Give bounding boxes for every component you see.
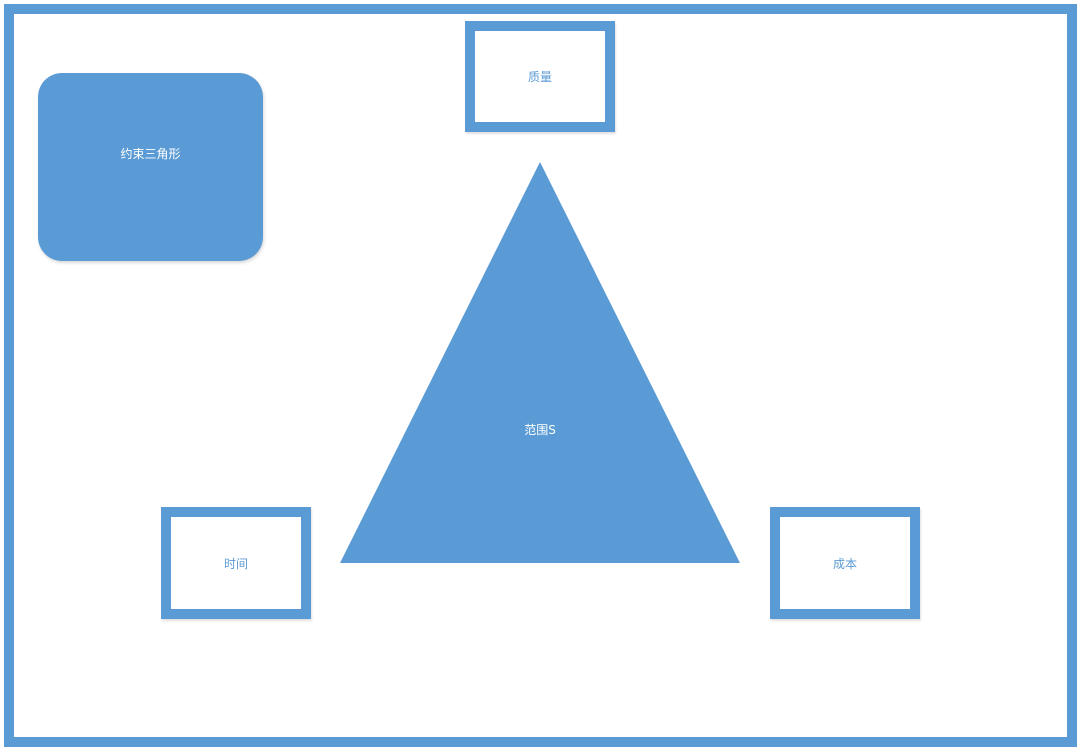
diagram-title-box: 约束三角形 — [38, 73, 263, 261]
quality-label: 质量 — [527, 70, 552, 84]
time-box: 时间 — [161, 507, 311, 619]
scope-label: 范围S — [524, 423, 556, 437]
cost-box: 成本 — [770, 507, 920, 619]
quality-box: 质量 — [465, 21, 615, 132]
diagram-title: 约束三角形 — [120, 147, 181, 161]
cost-label: 成本 — [832, 556, 857, 571]
time-label: 时间 — [223, 556, 248, 571]
